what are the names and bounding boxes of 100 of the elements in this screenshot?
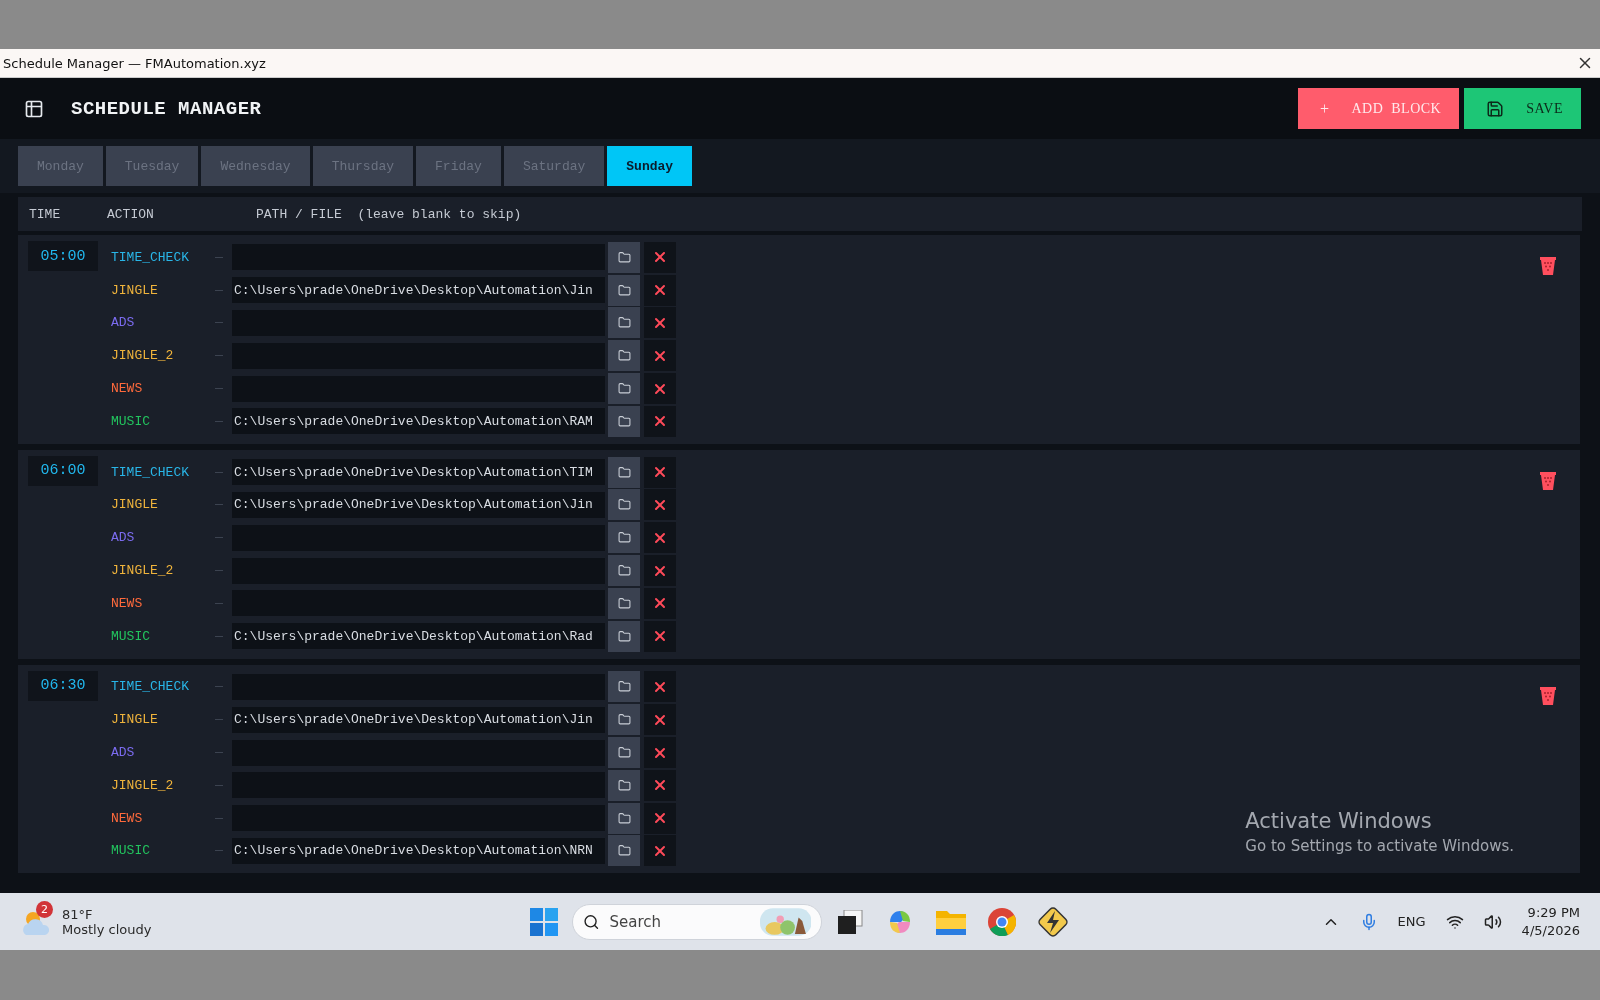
folder-icon: [617, 250, 631, 264]
action-label: TIME_CHECK: [111, 464, 190, 480]
remove-button[interactable]: [644, 620, 676, 652]
clock-time[interactable]: 9:29 PM: [1527, 905, 1580, 920]
action-label: TIME_CHECK: [111, 249, 190, 265]
remove-button[interactable]: [644, 835, 676, 867]
folder-icon: [617, 844, 631, 858]
browse-button[interactable]: [608, 802, 640, 834]
path-field[interactable]: C:\Users\prade\OneDrive\Desktop\Automation\Rad: [232, 623, 605, 650]
browse-button[interactable]: [608, 274, 640, 306]
browse-button[interactable]: [608, 405, 640, 437]
remove-button[interactable]: [644, 274, 676, 306]
block-time: 05:00: [28, 241, 98, 271]
folder-icon[interactable]: [936, 908, 966, 935]
path-field[interactable]: C:\Users\prade\OneDrive\Desktop\Automation\Jin: [232, 491, 605, 518]
folder-icon: [617, 811, 631, 825]
path-field[interactable]: C:\Users\prade\OneDrive\Desktop\Automation\Jin: [232, 706, 605, 733]
remove-button[interactable]: [644, 737, 676, 769]
browse-button[interactable]: [608, 555, 640, 587]
search-field[interactable]: Search: [609, 912, 750, 931]
remove-button[interactable]: [644, 405, 676, 437]
browser-icon[interactable]: [988, 907, 1016, 936]
action-label: TIME_CHECK: [111, 679, 190, 695]
remove-button[interactable]: [644, 555, 676, 587]
action-label: JINGLE: [111, 712, 159, 728]
browse-button[interactable]: [608, 522, 640, 554]
folder-icon: [617, 680, 631, 694]
weather-condition: Mostly cloudy: [62, 921, 152, 937]
folder-icon: [617, 713, 631, 727]
action-label: ADS: [111, 530, 136, 546]
start-icon[interactable]: [530, 907, 558, 936]
remove-button[interactable]: [644, 307, 676, 339]
search-box[interactable]: Search: [572, 903, 822, 940]
folder-icon: [617, 746, 631, 760]
language-indicator[interactable]: ENG: [1397, 914, 1426, 929]
action-label: MUSIC: [111, 628, 151, 644]
app-title: SCHEDULE MANAGER: [71, 97, 262, 120]
remove-button[interactable]: [644, 802, 676, 834]
temperature: 81°F: [62, 906, 94, 922]
column-title: PATH / FILE (leave blank to skip): [256, 206, 523, 222]
folder-icon: [617, 414, 631, 428]
folder-icon: [617, 629, 631, 643]
block-time: 06:30: [28, 670, 98, 701]
remove-button[interactable]: [644, 522, 676, 554]
remove-button[interactable]: [644, 340, 676, 372]
action-label: JINGLE_2: [111, 563, 175, 579]
action-label: MUSIC: [111, 413, 151, 429]
folder-icon: [617, 382, 631, 396]
browse-button[interactable]: [608, 671, 640, 703]
volume-icon[interactable]: [1483, 912, 1502, 931]
block-time: 06:00: [28, 455, 98, 486]
action-label: JINGLE: [111, 282, 159, 298]
clock-date[interactable]: 4/5/2026: [1521, 923, 1580, 938]
browse-button[interactable]: [608, 489, 640, 521]
folder-icon: [617, 316, 631, 330]
action-label: JINGLE: [111, 497, 159, 513]
action-label: JINGLE_2: [111, 348, 175, 364]
browse-button[interactable]: [608, 835, 640, 867]
folder-icon: [617, 498, 631, 512]
close-icon: [652, 315, 668, 331]
action-label: NEWS: [111, 381, 144, 397]
folder-icon: [617, 564, 631, 578]
action-label: JINGLE_2: [111, 777, 175, 793]
browse-button[interactable]: [608, 769, 640, 801]
remove-button[interactable]: [644, 489, 676, 521]
browse-button[interactable]: [608, 241, 640, 273]
search-icon: [583, 912, 600, 931]
folder-icon: [617, 596, 631, 610]
browse-button[interactable]: [608, 456, 640, 488]
save-button[interactable]: SAVE: [1464, 88, 1581, 129]
path-field[interactable]: C:\Users\prade\OneDrive\Desktop\Automation\RAM: [232, 408, 605, 435]
browse-button[interactable]: [608, 737, 640, 769]
remove-button[interactable]: [644, 241, 676, 273]
task-view-icon[interactable]: [838, 909, 864, 934]
folder-icon: [617, 778, 631, 792]
browse-button[interactable]: [608, 620, 640, 652]
path-field[interactable]: C:\Users\prade\OneDrive\Desktop\Automation\TIM: [232, 459, 605, 486]
browse-button[interactable]: [608, 307, 640, 339]
remove-button[interactable]: [644, 769, 676, 801]
column-title: ACTION: [107, 206, 155, 222]
path-field[interactable]: C:\Users\prade\OneDrive\Desktop\Automation\Jin: [232, 277, 605, 304]
remove-button[interactable]: [644, 704, 676, 736]
browse-button[interactable]: [608, 587, 640, 619]
remove-button[interactable]: [644, 671, 676, 703]
trash-icon[interactable]: [1538, 254, 1558, 276]
day-tab[interactable]: Sunday: [607, 146, 693, 186]
activation-text: Go to Settings to activate Windows.: [1245, 837, 1514, 855]
folder-icon: [617, 531, 631, 545]
path-field[interactable]: C:\Users\prade\OneDrive\Desktop\Automation\NRN: [232, 837, 605, 864]
action-label: NEWS: [111, 810, 144, 826]
folder-icon: [617, 283, 631, 297]
browse-button[interactable]: [608, 340, 640, 372]
browse-button[interactable]: [608, 373, 640, 405]
folder-icon: [617, 465, 631, 479]
remove-button[interactable]: [644, 373, 676, 405]
remove-button[interactable]: [644, 587, 676, 619]
table-icon: [24, 98, 44, 119]
browse-button[interactable]: [608, 704, 640, 736]
action-label: NEWS: [111, 595, 144, 611]
remove-button[interactable]: [644, 456, 676, 488]
